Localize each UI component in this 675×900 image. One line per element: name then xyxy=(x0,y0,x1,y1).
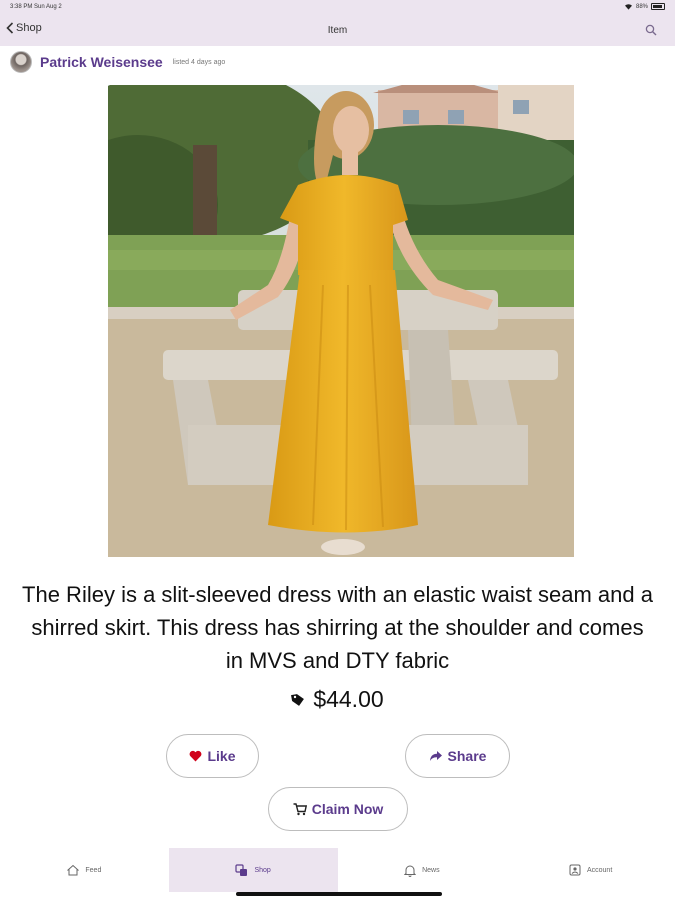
share-button[interactable]: Share xyxy=(405,734,510,778)
tab-bar: Feed Shop News Account xyxy=(0,848,675,892)
search-button[interactable] xyxy=(645,23,657,41)
page-title: Item xyxy=(327,25,348,36)
tab-label: Feed xyxy=(85,866,102,874)
tab-label: News xyxy=(422,866,440,874)
share-icon xyxy=(429,751,442,761)
shop-icon xyxy=(235,863,248,876)
wifi-icon xyxy=(624,4,632,10)
share-label: Share xyxy=(447,748,487,764)
status-bar: 3:38 PM Sun Aug 2 88% xyxy=(0,0,675,16)
product-description: The Riley is a slit-sleeved dress with a… xyxy=(22,582,653,673)
avatar[interactable] xyxy=(10,51,32,73)
claim-label: Claim Now xyxy=(311,801,384,817)
tab-account[interactable]: Account xyxy=(506,848,675,892)
battery-icon xyxy=(651,3,665,10)
tab-label: Account xyxy=(586,866,613,874)
home-icon xyxy=(67,864,80,876)
product-photo[interactable] xyxy=(108,85,574,557)
battery-percent: 88% xyxy=(635,3,648,10)
price-row: $44.00 xyxy=(0,686,675,713)
claim-now-button[interactable]: Claim Now xyxy=(268,787,408,831)
home-indicator[interactable] xyxy=(236,892,442,896)
bell-icon xyxy=(404,865,417,877)
account-icon xyxy=(569,864,581,876)
nav-bar: Shop Item xyxy=(0,16,675,46)
tab-news[interactable]: News xyxy=(338,848,507,892)
heart-icon xyxy=(190,750,202,762)
status-indicators: 88% xyxy=(624,3,665,10)
tab-feed[interactable]: Feed xyxy=(0,848,169,892)
status-time: 3:38 PM Sun Aug 2 xyxy=(10,4,62,10)
price: $44.00 xyxy=(313,686,384,712)
like-label: Like xyxy=(207,748,236,764)
like-button[interactable]: Like xyxy=(166,734,259,778)
seller-row: Patrick Weisensee listed 4 days ago xyxy=(10,50,225,74)
tab-shop[interactable]: Shop xyxy=(168,848,338,892)
listed-time: listed 4 days ago xyxy=(172,58,226,66)
seller-name[interactable]: Patrick Weisensee xyxy=(40,54,163,70)
search-icon xyxy=(645,24,657,36)
product-image xyxy=(108,85,574,557)
price-tag-icon xyxy=(291,693,305,706)
tab-label: Shop xyxy=(254,866,271,874)
cart-icon xyxy=(293,802,307,815)
